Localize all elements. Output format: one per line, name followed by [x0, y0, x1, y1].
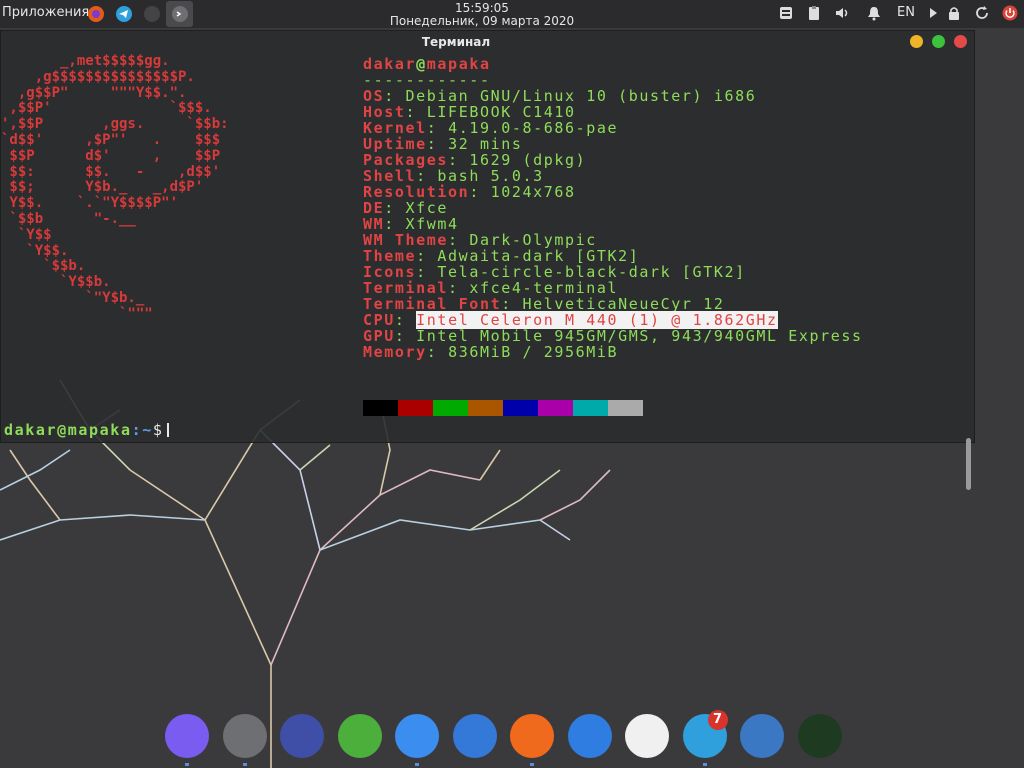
terminal-window[interactable]: Терминал _,met$$$$$gg. ,g$$$$$$$$$$$$$$$… — [0, 30, 975, 490]
info-value: 836MiB / 2956MiB — [448, 343, 619, 361]
close-button[interactable] — [954, 35, 967, 48]
neofetch-info: dakar@mapaka ------------ OS: Debian GNU… — [363, 56, 863, 360]
terminal-scrollbar[interactable] — [966, 438, 971, 490]
radar-icon[interactable] — [797, 714, 842, 758]
text-cursor — [167, 423, 170, 437]
firefox-icon[interactable] — [510, 714, 554, 766]
info-line: WM: Xfwm4 — [363, 215, 459, 233]
power-icon[interactable] — [1002, 5, 1018, 21]
play-icon[interactable] — [925, 5, 941, 21]
leafpad-icon[interactable] — [337, 714, 382, 758]
info-line: CPU: Intel Celeron M 440 (1) @ 1.862GHz — [363, 311, 778, 329]
separator: ------------ — [363, 71, 491, 89]
info-line: Icons: Tela-circle-black-dark [GTK2] — [363, 263, 746, 281]
running-indicator — [702, 763, 707, 766]
info-line: Resolution: 1024x768 — [363, 183, 576, 201]
terminal-titlebar[interactable]: Терминал — [1, 31, 974, 53]
prompt-path: :~ — [131, 421, 153, 439]
palette-swatch — [608, 400, 643, 416]
info-line: WM Theme: Dark-Olympic — [363, 231, 597, 249]
palette-swatch — [538, 400, 573, 416]
palette-swatch — [398, 400, 433, 416]
running-indicator — [242, 763, 247, 766]
debian-ascii-logo: _,met$$$$$gg. ,g$$$$$$$$$$$$$$$P. ,g$$P"… — [1, 53, 229, 322]
shell-prompt[interactable]: dakar@mapaka:~$ — [4, 421, 170, 439]
info-line: Shell: bash 5.0.3 — [363, 167, 544, 185]
top-panel: Приложения 15:59:05 Понедельник, 09 март… — [0, 0, 1024, 28]
info-line: Terminal: xfce4-terminal — [363, 279, 619, 297]
keyboard-layout[interactable]: EN — [897, 5, 915, 20]
info-line: Uptime: 32 mins — [363, 135, 523, 153]
system-monitor-icon[interactable] — [280, 714, 324, 758]
running-indicator — [415, 763, 419, 766]
files-icon[interactable] — [165, 714, 209, 766]
vk-icon[interactable] — [740, 714, 784, 758]
info-line: GPU: Intel Mobile 945GM/GMS, 943/940GML … — [363, 327, 863, 345]
white-circle-app-icon[interactable] — [625, 714, 669, 758]
info-line: Host: LIFEBOOK C1410 — [363, 103, 576, 121]
prompt-user: dakar@mapaka — [4, 421, 132, 439]
notification-badge: 7 — [707, 710, 728, 730]
info-line: DE: Xfce — [363, 199, 449, 217]
minimize-button[interactable] — [910, 35, 923, 48]
terminal-icon[interactable] — [222, 714, 267, 766]
running-indicator — [530, 763, 534, 766]
clipboard-icon[interactable] — [806, 5, 822, 21]
info-value: 1024x768 — [490, 183, 576, 201]
volume-icon[interactable] — [834, 5, 850, 21]
lock-icon[interactable] — [946, 5, 962, 21]
toggle-app-icon[interactable] — [452, 714, 497, 758]
info-key: Memory — [363, 343, 427, 361]
info-line: OS: Debian GNU/Linux 10 (buster) i686 — [363, 87, 757, 105]
color-palette — [363, 400, 643, 416]
running-indicator — [185, 763, 189, 766]
notifications-icon[interactable] — [866, 5, 882, 21]
info-line: Theme: Adwaita-dark [GTK2] — [363, 247, 640, 265]
maximize-button[interactable] — [932, 35, 945, 48]
window-title: Терминал — [421, 35, 491, 49]
info-line: Memory: 836MiB / 2956MiB — [363, 343, 619, 361]
telegram-icon[interactable]: 7 — [682, 710, 728, 766]
info-line: Terminal Font: HelveticaNeueCyr 12 — [363, 295, 725, 313]
prompt-symbol: $ — [152, 421, 164, 439]
terminal-content[interactable]: _,met$$$$$gg. ,g$$$$$$$$$$$$$$$P. ,g$$P"… — [1, 53, 971, 490]
palette-swatch — [468, 400, 503, 416]
palette-swatch — [363, 400, 398, 416]
chromium-icon[interactable] — [395, 714, 439, 766]
info-line: Kernel: 4.19.0-8-686-pae — [363, 119, 619, 137]
palette-swatch — [503, 400, 538, 416]
qbittorrent-icon[interactable] — [567, 714, 612, 758]
palette-swatch — [573, 400, 608, 416]
user-host-line: dakar@mapaka — [363, 56, 863, 72]
dock: 7 — [160, 710, 870, 766]
palette-swatch — [433, 400, 468, 416]
storage-icon[interactable] — [778, 5, 794, 21]
info-line: Packages: 1629 (dpkg) — [363, 151, 587, 169]
refresh-icon[interactable] — [974, 5, 990, 21]
